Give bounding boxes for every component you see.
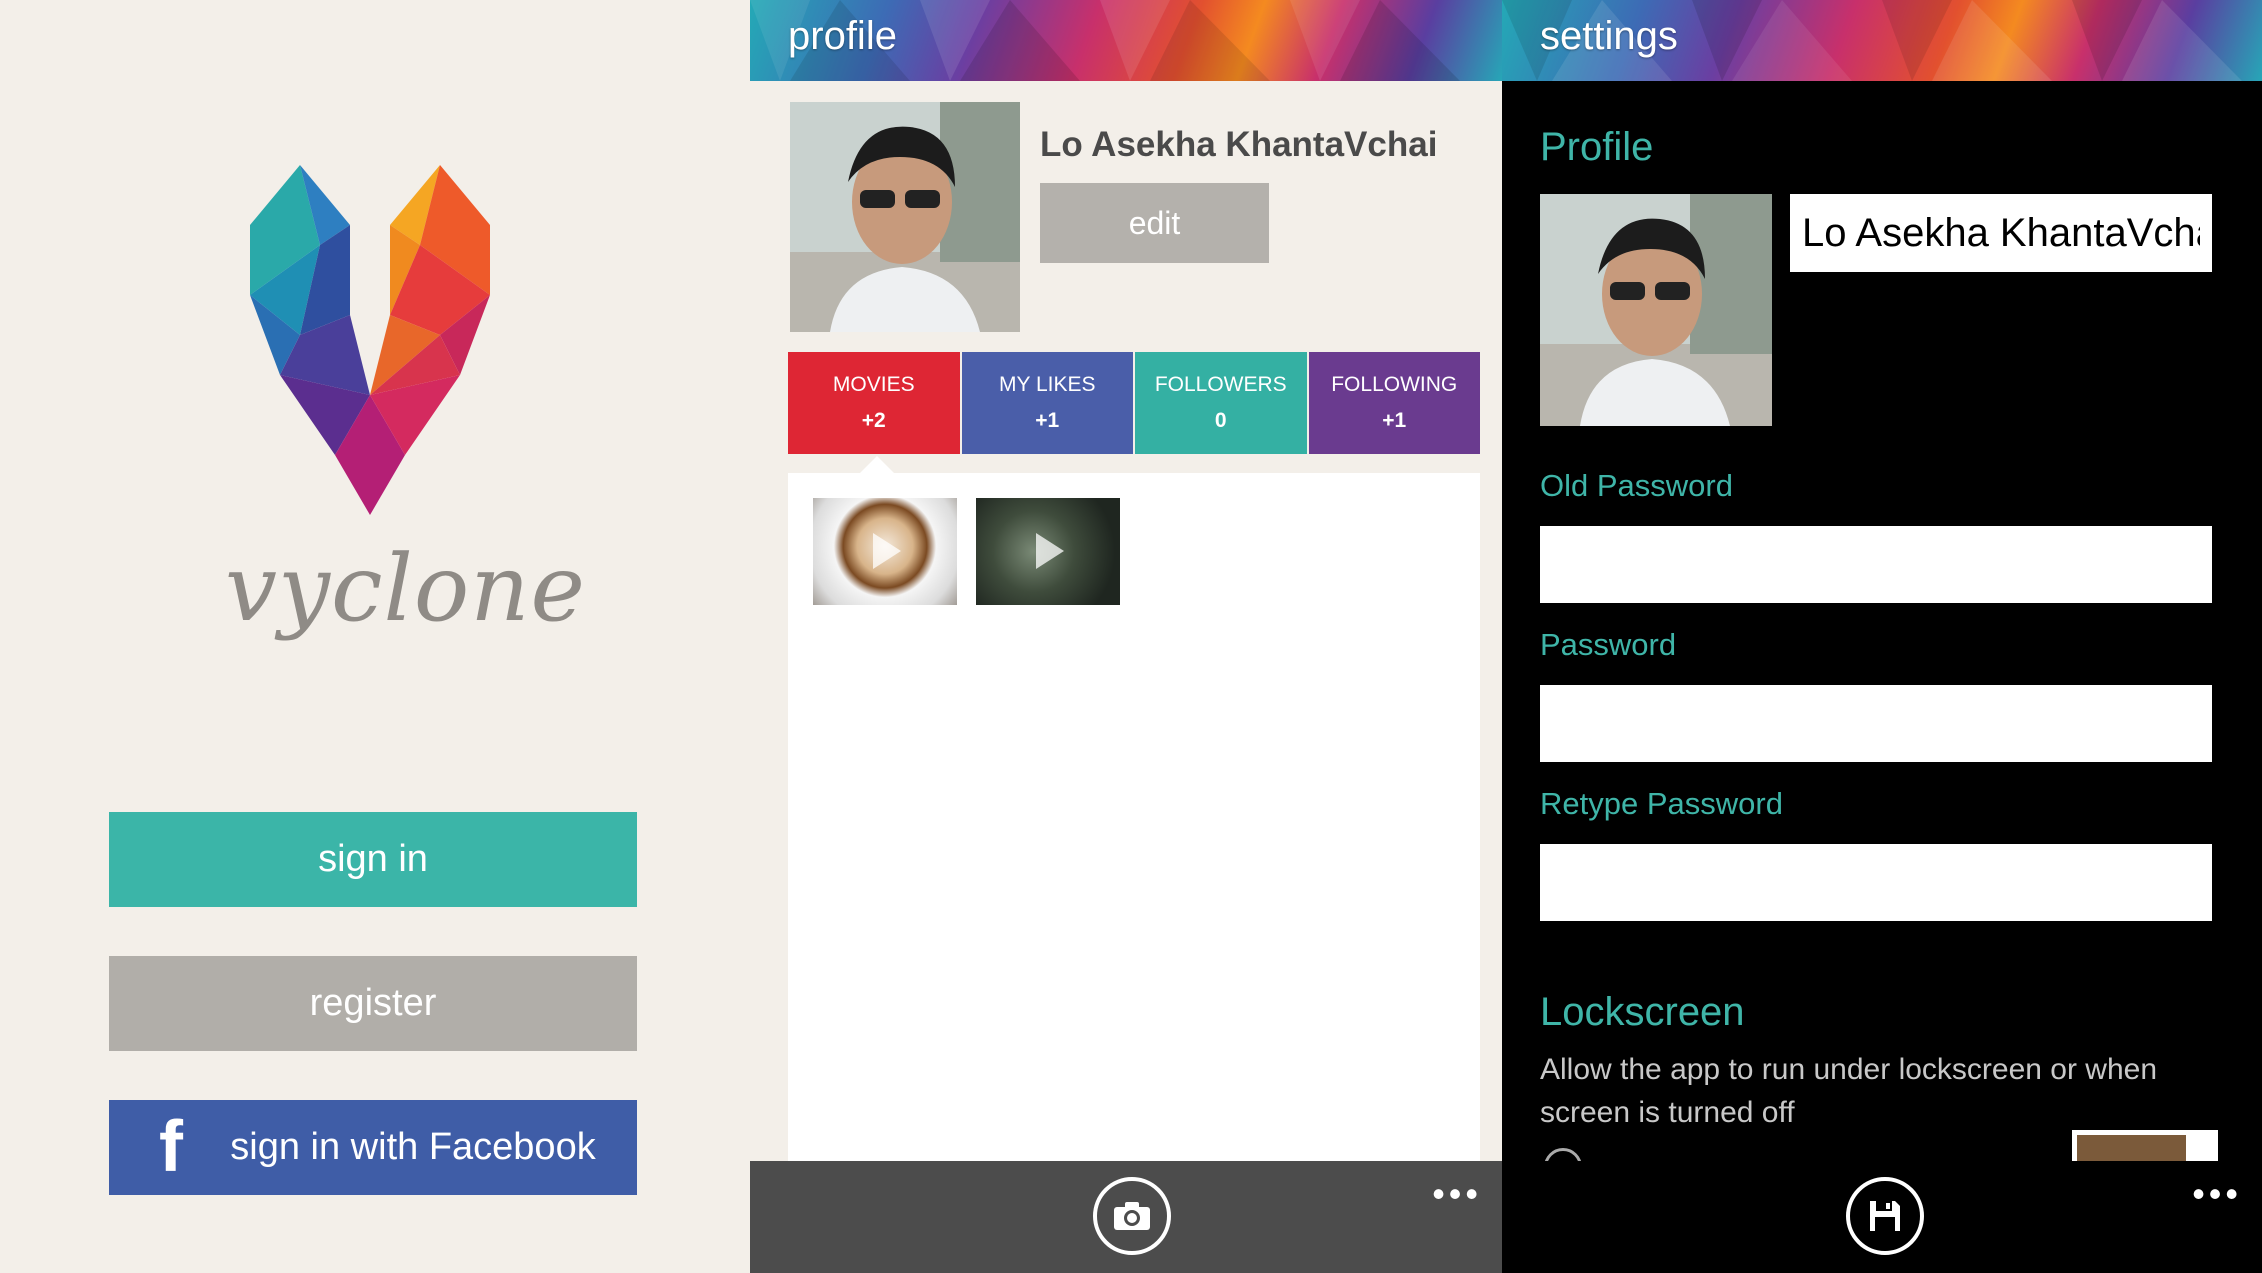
edit-label: edit — [1128, 204, 1181, 241]
stats-bar: MOVIES +2 MY LIKES +1 FOLLOWERS 0 FOLLOW… — [788, 352, 1480, 454]
settings-header: settings — [1502, 0, 2262, 81]
play-icon — [1036, 533, 1064, 569]
tab-my-likes[interactable]: MY LIKES +1 — [961, 352, 1135, 454]
facebook-sign-in-label: sign in with Facebook — [230, 1126, 596, 1168]
display-name-input[interactable] — [1790, 194, 2212, 272]
avatar-photo — [790, 102, 1020, 332]
password-input[interactable] — [1540, 685, 2212, 762]
login-screen: vyclone sign in register f sign in with … — [0, 0, 750, 1273]
lockscreen-description: Allow the app to run under lockscreen or… — [1540, 1053, 2158, 1129]
active-tab-pointer — [860, 456, 894, 473]
save-button[interactable] — [1846, 1177, 1924, 1255]
save-icon — [1870, 1201, 1900, 1231]
lockscreen-section-title: Lockscreen — [1540, 990, 1745, 1034]
settings-avatar[interactable] — [1540, 194, 1772, 426]
more-options-icon[interactable]: ••• — [2192, 1176, 2242, 1212]
stat-count: +1 — [1382, 409, 1407, 432]
sign-in-label: sign in — [318, 838, 428, 880]
movies-grid — [788, 473, 1480, 1263]
tab-movies[interactable]: MOVIES +2 — [788, 352, 962, 454]
old-password-input[interactable] — [1540, 526, 2212, 603]
settings-app-bar: ••• — [1502, 1161, 2262, 1273]
profile-screen: profile Lo Asekha KhantaVchai edit MOVIE… — [750, 0, 1502, 1273]
stat-label: FOLLOWING — [1331, 373, 1458, 396]
camera-button[interactable] — [1093, 1177, 1171, 1255]
sign-in-button[interactable]: sign in — [109, 812, 637, 907]
profile-section-title: Profile — [1540, 125, 1654, 169]
edit-profile-button[interactable]: edit — [1040, 183, 1269, 263]
app-wordmark: vyclone — [225, 535, 586, 642]
register-label: register — [309, 982, 437, 1024]
settings-screen: settings Profile Old Password Password R… — [1502, 0, 2262, 1273]
stat-label: FOLLOWERS — [1154, 373, 1287, 396]
profile-header: profile — [750, 0, 1502, 81]
tab-following[interactable]: FOLLOWING +1 — [1308, 352, 1480, 454]
vyclone-logo-icon — [250, 165, 490, 515]
retype-password-input[interactable] — [1540, 844, 2212, 921]
profile-app-bar: ••• — [750, 1161, 1502, 1273]
password-label: Password — [1540, 627, 1677, 662]
page-title: profile — [788, 14, 897, 58]
movie-thumbnail[interactable] — [976, 498, 1120, 605]
retype-password-label: Retype Password — [1540, 786, 1783, 821]
register-button[interactable]: register — [109, 956, 637, 1051]
more-options-icon[interactable]: ••• — [1432, 1176, 1482, 1212]
camera-icon — [1114, 1202, 1150, 1230]
avatar-photo — [1540, 194, 1772, 426]
facebook-sign-in-button[interactable]: f sign in with Facebook — [109, 1100, 637, 1195]
movie-thumbnail[interactable] — [813, 498, 957, 605]
page-title: settings — [1540, 14, 1678, 58]
stat-label: MY LIKES — [999, 373, 1096, 396]
stat-count: +1 — [1035, 409, 1060, 432]
profile-user-name: Lo Asekha KhantaVchai — [1040, 125, 1438, 164]
stat-label: MOVIES — [832, 373, 915, 396]
profile-avatar — [790, 102, 1020, 332]
lockscreen-toggle-knob[interactable] — [2186, 1130, 2218, 1162]
play-icon — [873, 533, 901, 569]
facebook-icon: f — [159, 1107, 183, 1187]
tab-followers[interactable]: FOLLOWERS 0 — [1135, 352, 1309, 454]
old-password-label: Old Password — [1540, 468, 1733, 503]
lockscreen-toggle[interactable] — [2072, 1130, 2192, 1165]
stat-count: +2 — [861, 409, 886, 432]
stat-count: 0 — [1214, 409, 1227, 432]
